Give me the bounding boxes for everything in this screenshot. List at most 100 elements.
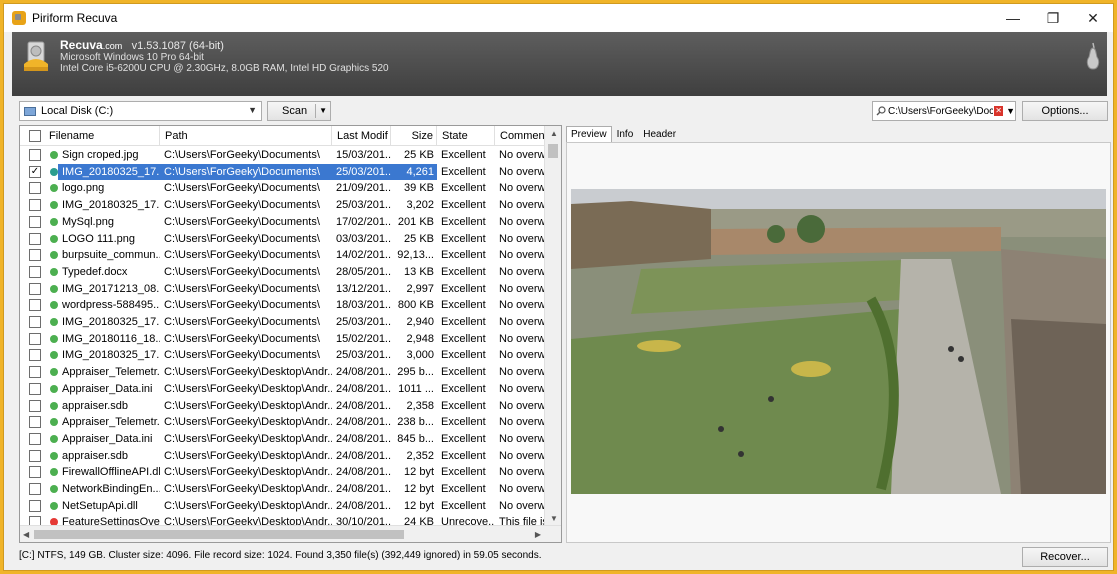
size-cell: 1011 ... <box>398 382 434 395</box>
column-filename[interactable]: Filename <box>44 126 160 146</box>
scroll-left-icon[interactable]: ◀ <box>23 530 29 539</box>
tab-header[interactable]: Header <box>638 126 681 142</box>
options-button[interactable]: Options... <box>1022 101 1108 121</box>
table-row[interactable]: burpsuite_commun... C:\Users\ForGeeky\Doc… <box>20 247 545 264</box>
checkbox-icon[interactable] <box>29 382 41 395</box>
title-bar[interactable]: Piriform Recuva — ❐ ✕ <box>4 4 1113 32</box>
column-path[interactable]: Path <box>160 126 332 146</box>
status-dot-icon <box>50 351 58 360</box>
scroll-down-icon[interactable]: ▼ <box>550 514 558 523</box>
status-dot-icon <box>50 167 58 176</box>
table-row[interactable]: IMG_20171213_08... C:\Users\ForGeeky\Docu… <box>20 281 545 298</box>
checkbox-icon[interactable] <box>29 399 41 412</box>
checkbox-icon[interactable] <box>29 265 41 278</box>
size-cell: 2,358 <box>406 399 434 412</box>
state-cell: Excellent <box>441 182 486 195</box>
table-row[interactable]: IMG_20180325_17... C:\Users\ForGeeky\Docu… <box>20 314 545 331</box>
state-cell: Excellent <box>441 349 486 362</box>
checkbox-icon[interactable] <box>29 232 41 245</box>
table-row[interactable]: ✓ IMG_20180325_17... C:\Users\ForGeeky\Doc… <box>20 163 545 181</box>
horizontal-scroll-thumb[interactable] <box>34 530 404 539</box>
filename-cell: Appraiser_Telemetr... <box>62 366 160 379</box>
filename-cell: Appraiser_Data.ini <box>62 432 153 445</box>
comment-cell: No overwr <box>499 149 545 161</box>
table-row[interactable]: IMG_20180325_17... C:\Users\ForGeeky\Docu… <box>20 197 545 214</box>
checkbox-icon[interactable] <box>29 316 41 328</box>
state-cell: Excellent <box>441 332 486 345</box>
table-row[interactable]: Typedef.docx C:\Users\ForGeeky\Documents\… <box>20 264 545 281</box>
table-row[interactable]: Appraiser_Telemetr... C:\Users\ForGeeky\D… <box>20 414 545 431</box>
checkbox-icon[interactable] <box>29 332 41 345</box>
recover-button[interactable]: Recover... <box>1022 547 1108 567</box>
column-last-modified[interactable]: Last Modif <box>332 126 391 146</box>
chevron-down-icon[interactable]: ▼ <box>1006 106 1015 116</box>
close-button[interactable]: ✕ <box>1073 4 1113 32</box>
column-size[interactable]: Size <box>391 126 437 146</box>
scan-label: Scan <box>282 105 308 117</box>
table-row[interactable]: wordpress-588495... C:\Users\ForGeeky\Doc… <box>20 297 545 314</box>
table-row[interactable]: logo.png C:\Users\ForGeeky\Documents\ 21/0… <box>20 180 545 197</box>
table-row[interactable]: NetSetupApi.dll C:\Users\ForGeeky\Desktop… <box>20 498 545 515</box>
checkbox-icon[interactable] <box>29 483 41 495</box>
horizontal-scrollbar[interactable]: ◀ ▶ <box>20 525 561 542</box>
checkbox-icon[interactable] <box>29 149 41 161</box>
path-cell: C:\Users\ForGeeky\Desktop\Andr... <box>164 416 332 429</box>
table-row[interactable]: FirewallOfflineAPI.dll C:\Users\ForGeeky\… <box>20 464 545 481</box>
scroll-up-icon[interactable]: ▲ <box>550 129 558 138</box>
checkbox-icon[interactable] <box>29 349 41 362</box>
tab-info[interactable]: Info <box>612 126 639 142</box>
version-label: v1.53.1087 (64-bit) <box>131 40 224 52</box>
scan-button[interactable]: Scan ▼ <box>267 101 331 121</box>
maximize-button[interactable]: ❐ <box>1033 4 1073 32</box>
date-cell: 24/08/201... <box>336 466 391 479</box>
table-row[interactable]: appraiser.sdb C:\Users\ForGeeky\Desktop\A… <box>20 448 545 465</box>
size-cell: 3,202 <box>406 199 434 212</box>
checkbox-icon[interactable] <box>29 416 41 429</box>
date-cell: 24/08/201... <box>336 432 391 445</box>
table-row[interactable]: IMG_20180116_18... C:\Users\ForGeeky\Docu… <box>20 331 545 348</box>
checkbox-icon[interactable] <box>29 199 41 212</box>
path-cell: C:\Users\ForGeeky\Documents\ <box>164 199 320 212</box>
checkbox-icon[interactable] <box>29 366 41 379</box>
select-all-checkbox[interactable] <box>29 130 41 142</box>
vertical-scrollbar[interactable]: ▲ ▼ <box>544 126 561 526</box>
path-cell: C:\Users\ForGeeky\Documents\ <box>164 249 320 262</box>
comment-cell: No overwr <box>499 215 545 228</box>
column-comment[interactable]: Comment <box>495 126 545 146</box>
table-row[interactable]: Sign croped.jpg C:\Users\ForGeeky\Documen… <box>20 147 545 164</box>
table-row[interactable]: Appraiser_Data.ini C:\Users\ForGeeky\Desk… <box>20 431 545 448</box>
checkbox-icon[interactable] <box>29 499 41 512</box>
comment-cell: No overwr <box>499 249 545 262</box>
minimize-button[interactable]: — <box>993 4 1033 32</box>
path-filter-input[interactable]: C:\Users\ForGeeky\Docun ✕ ▼ <box>872 101 1016 121</box>
filename-cell: IMG_20180325_17... <box>62 349 160 362</box>
checkbox-icon[interactable] <box>29 215 41 228</box>
checkbox-icon[interactable] <box>29 249 41 262</box>
checkbox-icon[interactable] <box>29 466 41 479</box>
clear-icon[interactable]: ✕ <box>994 106 1004 116</box>
table-row[interactable]: Appraiser_Data.ini C:\Users\ForGeeky\Desk… <box>20 381 545 398</box>
drive-dropdown[interactable]: Local Disk (C:) ▼ <box>19 101 262 121</box>
scroll-right-icon[interactable]: ▶ <box>535 530 541 539</box>
checkbox-icon[interactable] <box>29 182 41 195</box>
tab-preview[interactable]: Preview <box>566 126 612 142</box>
column-state[interactable]: State <box>437 126 495 146</box>
table-row[interactable]: NetworkBindingEn... C:\Users\ForGeeky\Des… <box>20 481 545 498</box>
drive-icon <box>24 106 36 116</box>
checkbox-icon[interactable] <box>29 449 41 462</box>
table-row[interactable]: appraiser.sdb C:\Users\ForGeeky\Desktop\A… <box>20 398 545 415</box>
table-row[interactable]: Appraiser_Telemetr... C:\Users\ForGeeky\D… <box>20 364 545 381</box>
table-row[interactable]: LOGO 111.png C:\Users\ForGeeky\Documents\… <box>20 231 545 248</box>
size-cell: 12 byt <box>404 499 434 512</box>
table-row[interactable]: IMG_20180325_17... C:\Users\ForGeeky\Docu… <box>20 347 545 364</box>
chevron-down-icon[interactable]: ▼ <box>248 105 257 115</box>
checkbox-icon[interactable] <box>29 432 41 445</box>
checkbox-icon[interactable] <box>29 282 41 295</box>
state-cell: Excellent <box>441 249 486 262</box>
chevron-down-icon[interactable]: ▼ <box>319 106 327 115</box>
table-row[interactable]: MySql.png C:\Users\ForGeeky\Documents\ 17/… <box>20 214 545 231</box>
checkbox-icon[interactable] <box>29 299 41 312</box>
vertical-scroll-thumb[interactable] <box>548 144 558 158</box>
checkbox-icon[interactable]: ✓ <box>29 165 41 178</box>
file-list[interactable]: Filename Path Last Modif Size State Comm… <box>19 125 562 543</box>
